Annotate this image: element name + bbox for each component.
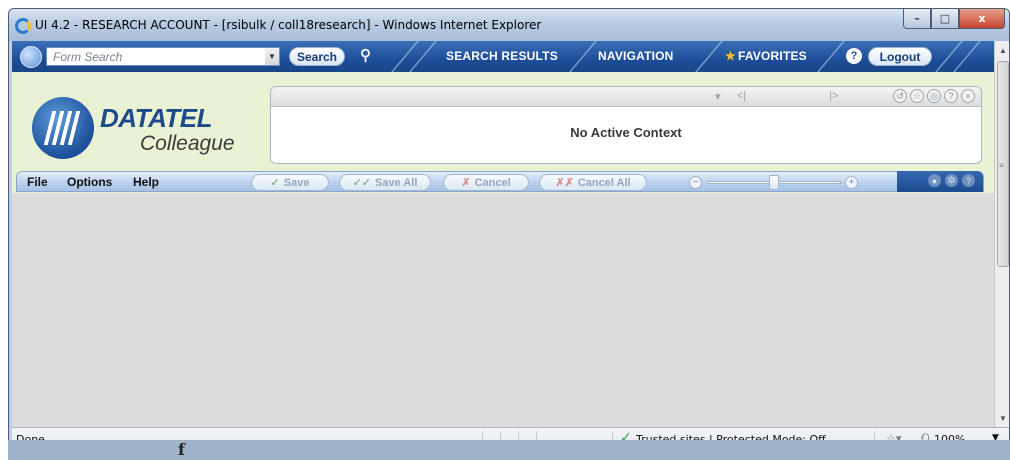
nav-navigation[interactable]: NAVIGATION (598, 49, 674, 63)
close-button[interactable]: x (959, 9, 1005, 29)
form-search-placeholder: Form Search (53, 50, 123, 64)
check-icon: ✓ (270, 177, 280, 189)
scroll-down-icon[interactable]: ▼ (995, 411, 1009, 425)
title-bar: UI 4.2 - RESEARCH ACCOUNT - [rsibulk / c… (9, 9, 1009, 41)
page-content: Form Search ▼ Search ⚲ SEARCH RESULTS NA… (12, 41, 994, 427)
logo-wordmark: DATATEL (100, 103, 213, 133)
datatel-logo: DATATEL Colleague (32, 93, 262, 173)
advanced-search-icon[interactable]: ⚲ (360, 46, 380, 66)
datatel-logo-mark (32, 97, 94, 159)
divider (568, 41, 598, 72)
nav-search-results[interactable]: SEARCH RESULTS (446, 49, 558, 63)
taskbar-strip: f (8, 440, 1010, 460)
vertical-scrollbar[interactable]: ▲ ≡ ▼ (994, 41, 1009, 427)
context-header: ▾ <| |> ↺ ☆ ◎ ? × (271, 87, 981, 107)
work-area (12, 193, 994, 427)
x-icon: ✗ (461, 177, 471, 189)
close-icon[interactable]: × (961, 89, 975, 103)
context-panel: ▾ <| |> ↺ ☆ ◎ ? × No Active Context (270, 86, 982, 164)
settings-icon[interactable]: ⚙ (945, 174, 958, 187)
pin-icon[interactable]: ◎ (927, 89, 941, 103)
window-title: UI 4.2 - RESEARCH ACCOUNT - [rsibulk / c… (35, 18, 542, 32)
cancel-button-label: Cancel (474, 176, 511, 189)
partial-glyph: f (178, 440, 185, 459)
window-controls: – □ x (903, 9, 1005, 29)
help-icon[interactable]: ? (944, 89, 958, 103)
context-dropdown-icon[interactable]: ▾ (715, 90, 721, 103)
scrollbar-grip-icon: ≡ (999, 161, 1004, 170)
action-bar: File Options Help ✓ Save ✓✓ Save All ✗ Canc… (16, 171, 984, 192)
save-all-button-label: Save All (375, 176, 418, 189)
internet-explorer-icon (15, 18, 31, 34)
help-icon[interactable]: ? (962, 174, 975, 187)
form-search-icon[interactable] (20, 46, 42, 68)
scroll-up-icon[interactable]: ▲ (995, 43, 1009, 57)
previous-record-icon[interactable]: <| (737, 90, 746, 102)
form-search-input[interactable]: Form Search ▼ (46, 47, 280, 66)
cancel-button[interactable]: ✗ Cancel (443, 174, 529, 191)
save-button-label: Save (283, 176, 310, 189)
divider (816, 41, 846, 72)
zoom-out-icon[interactable]: − (689, 176, 702, 189)
chevron-down-icon[interactable]: ▼ (265, 48, 279, 65)
menu-help[interactable]: Help (133, 175, 159, 189)
logo-product-name: Colleague (140, 132, 235, 155)
zoom-slider-thumb[interactable] (769, 175, 779, 190)
menu-options[interactable]: Options (67, 175, 112, 189)
context-message: No Active Context (570, 125, 682, 140)
menu-file[interactable]: File (27, 175, 48, 189)
nav-favorites[interactable]: ★ FAVORITES (725, 49, 807, 63)
logout-button[interactable]: Logout (868, 47, 932, 66)
search-button[interactable]: Search (289, 47, 345, 66)
star-icon: ★ (725, 49, 736, 63)
double-x-icon: ✗✗ (555, 177, 574, 189)
save-button[interactable]: ✓ Save (251, 174, 329, 191)
browser-window: UI 4.2 - RESEARCH ACCOUNT - [rsibulk / c… (8, 8, 1010, 460)
cancel-all-button[interactable]: ✗✗ Cancel All (539, 174, 647, 191)
minimize-button[interactable]: – (903, 9, 931, 29)
maximize-button[interactable]: □ (931, 9, 959, 29)
cancel-all-button-label: Cancel All (577, 176, 631, 189)
top-nav-bar: Form Search ▼ Search ⚲ SEARCH RESULTS NA… (12, 41, 994, 72)
record-icon[interactable]: ● (928, 174, 941, 187)
star-icon[interactable]: ☆ (910, 89, 924, 103)
window-tools: ● ⚙ ? (897, 171, 983, 192)
refresh-icon[interactable]: ↺ (893, 89, 907, 103)
nav-favorites-label: FAVORITES (737, 49, 807, 63)
save-all-button[interactable]: ✓✓ Save All (339, 174, 431, 191)
zoom-in-icon[interactable]: + (845, 176, 858, 189)
context-icon-group: ↺ ☆ ◎ ? × (893, 89, 975, 103)
divider (694, 41, 724, 72)
double-check-icon: ✓✓ (352, 177, 372, 189)
help-icon[interactable]: ? (846, 48, 862, 64)
next-record-icon[interactable]: |> (829, 90, 838, 102)
